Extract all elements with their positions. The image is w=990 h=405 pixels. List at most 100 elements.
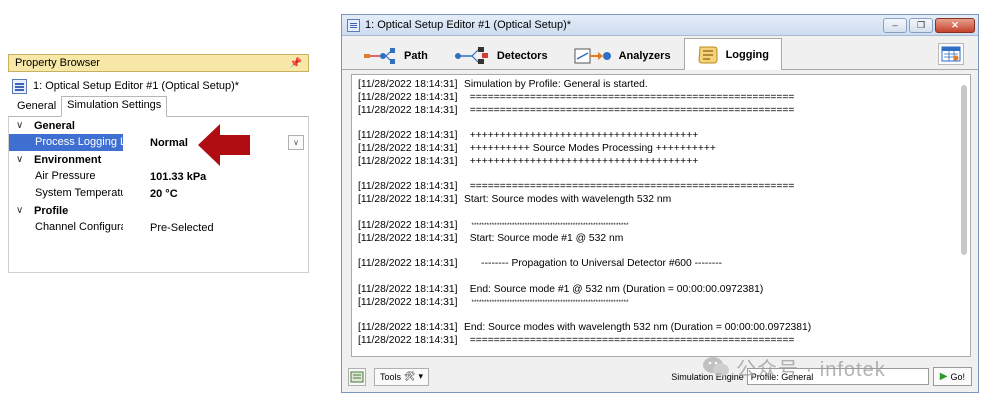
property-name: System Temperature [35,187,123,199]
log-message: ++++++++++++++++++++++++++++++++++++++ [464,155,699,167]
close-button[interactable]: ✕ [935,17,975,33]
tab-analyzers[interactable]: Analyzers [561,41,684,69]
settings-panel-button[interactable] [938,43,964,65]
log-line: [11/28/2022 18:14:31] End: Source modes w… [358,322,970,335]
property-name: Process Logging Level [9,134,123,151]
property-row-channel-configuration[interactable]: Channel Configuration Pre-Selected [9,219,308,236]
log-timestamp: [11/28/2022 18:14:31] [358,219,458,231]
log-timestamp: [11/28/2022 18:14:31] [358,130,458,142]
log-message: Start: Source mode #1 @ 532 nm [464,232,624,244]
log-message: ========================================… [464,334,795,346]
property-row-air-pressure[interactable]: Air Pressure 101.33 kPa [9,168,308,185]
catalog-icon [350,371,364,382]
log-timestamp: [11/28/2022 18:14:31] [358,155,458,167]
log-timestamp: [11/28/2022 18:14:31] [358,104,458,116]
annotation-arrow-icon [198,124,250,166]
property-browser-title: Property Browser [15,57,100,69]
property-name: Channel Configuration [35,221,123,233]
log-blank-line [358,245,970,258]
pin-icon[interactable]: 📌 [290,58,302,69]
optical-setup-icon [347,18,360,32]
log-line: [11/28/2022 18:14:31] ==================… [358,105,970,118]
log-timestamp: [11/28/2022 18:14:31] [358,258,458,270]
log-message: Start: Source modes with wavelength 532 … [464,194,672,206]
property-tabs: General Simulation Settings [8,96,309,117]
watermark: 公众号 · infotek [702,352,886,382]
property-grid: ∨ General Process Logging Level Normal ∨… [8,117,309,273]
table-settings-icon [941,46,961,62]
optical-setup-icon [12,78,27,94]
property-value[interactable]: 101.33 kPa [123,171,308,183]
log-timestamp: [11/28/2022 18:14:31] [358,194,458,206]
log-timestamp: [11/28/2022 18:14:31] [358,283,458,295]
tab-detectors[interactable]: Detectors [441,41,561,69]
property-source-selector[interactable]: 1: Optical Setup Editor #1 (Optical Setu… [8,75,309,97]
log-line: [11/28/2022 18:14:31] ==================… [358,92,970,105]
log-message: ========================================… [464,91,795,103]
log-line: [11/28/2022 18:14:31] Simulation by Profi… [358,79,970,92]
tab-logging[interactable]: Logging [683,38,782,70]
log-timestamp: [11/28/2022 18:14:31] [358,296,458,308]
category-environment[interactable]: ∨ Environment [9,151,308,168]
catalog-button[interactable] [348,367,366,386]
log-line: [11/28/2022 18:14:31] -------- Propagati… [358,258,970,271]
tools-menu-button[interactable]: Tools 🛠 ▾ [374,367,429,386]
log-timestamp: [11/28/2022 18:14:31] [358,79,458,90]
wechat-logo-icon [703,357,729,377]
logging-output-panel[interactable]: [11/28/2022 18:14:31] Simulation by Profi… [351,74,971,357]
play-icon: ▶ [939,371,948,382]
chevron-down-icon[interactable]: ∨ [16,154,28,165]
log-message: ========================================… [464,104,795,116]
analyzers-icon [574,48,611,63]
dropdown-chevron-icon[interactable]: ∨ [288,135,304,150]
tab-simulation-settings[interactable]: Simulation Settings [61,96,168,117]
log-timestamp: [11/28/2022 18:14:31] [358,142,458,154]
log-line: [11/28/2022 18:14:31] Start: Source modes… [358,194,970,207]
log-line: [11/28/2022 18:14:31] ++++++++++ Source … [358,143,970,156]
log-message: End: Source modes with wavelength 532 nm… [464,322,812,334]
property-browser-panel: Property Browser 📌 1: Optical Setup Edit… [8,54,309,276]
log-timestamp: [11/28/2022 18:14:31] [358,322,458,334]
go-button[interactable]: ▶ Go! [932,367,972,386]
category-general[interactable]: ∨ General [9,117,308,134]
chevron-down-icon[interactable]: ∨ [16,205,28,216]
minimize-button[interactable]: – [883,17,907,33]
window-title: 1: Optical Setup Editor #1 (Optical Setu… [365,19,572,31]
log-line: [11/28/2022 18:14:31] ++++++++++++++++++… [358,156,970,169]
log-message: -------- Propagation to Universal Detect… [464,258,723,270]
log-timestamp: [11/28/2022 18:14:31] [358,91,458,103]
property-value[interactable]: Pre-Selected [123,222,308,234]
watermark-text: 公众号 · infotek [736,358,886,381]
chevron-down-icon: ▾ [418,371,423,381]
property-name: Air Pressure [35,170,96,182]
log-lines: [11/28/2022 18:14:31] Simulation by Profi… [352,75,970,348]
chevron-down-icon[interactable]: ∨ [16,120,28,131]
log-line: [11/28/2022 18:14:31] End: Source mode #… [358,284,970,297]
vertical-scrollbar[interactable] [961,85,967,255]
log-line: [11/28/2022 18:14:31] ******************… [358,297,970,310]
log-message: ****************************************… [464,222,629,229]
log-message: Simulation by Profile: General is starte… [464,79,648,90]
tab-general[interactable]: General [12,98,61,116]
log-blank-line [358,117,970,130]
log-message: ****************************************… [464,299,629,306]
path-icon [364,47,395,64]
log-blank-line [358,309,970,322]
tab-path[interactable]: Path [350,41,441,69]
restore-button[interactable]: ❐ [909,17,933,33]
property-value[interactable]: 20 °C [123,188,308,200]
property-row-system-temperature[interactable]: System Temperature 20 °C [9,185,308,202]
detectors-icon [454,46,488,64]
property-browser-titlebar: Property Browser 📌 [8,54,309,72]
log-line: [11/28/2022 18:14:31] ++++++++++++++++++… [358,130,970,143]
log-line: [11/28/2022 18:14:31] ==================… [358,181,970,194]
log-timestamp: [11/28/2022 18:14:31] [358,334,458,346]
logging-icon [698,46,718,63]
log-blank-line [358,207,970,220]
log-line: [11/28/2022 18:14:31] Start: Source mode… [358,233,970,246]
category-profile[interactable]: ∨ Profile [9,202,308,219]
log-line: [11/28/2022 18:14:31] ==================… [358,335,970,348]
log-timestamp: [11/28/2022 18:14:31] [358,232,458,244]
property-row-process-logging-level[interactable]: Process Logging Level Normal ∨ [9,134,308,151]
window-titlebar[interactable]: 1: Optical Setup Editor #1 (Optical Setu… [342,15,978,36]
